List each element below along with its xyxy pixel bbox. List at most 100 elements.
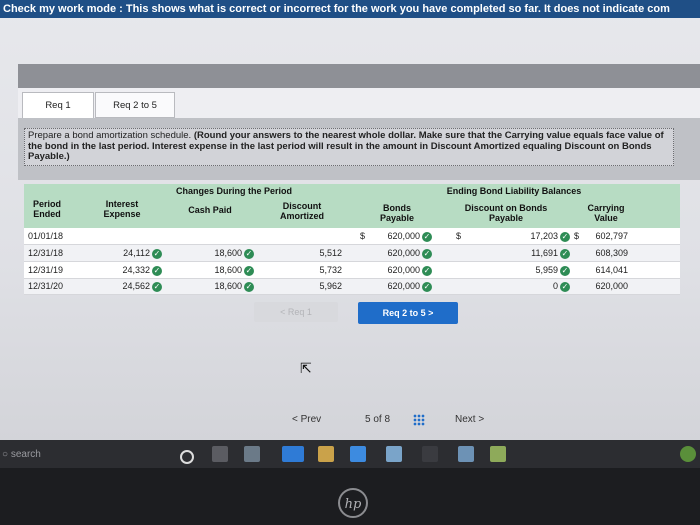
mouse-cursor-icon: ⇱	[300, 360, 312, 376]
app-icon[interactable]	[490, 446, 506, 462]
check-icon: ✓	[422, 265, 432, 276]
next-req-button[interactable]: Req 2 to 5 >	[358, 302, 458, 324]
file-explorer-icon[interactable]	[244, 446, 260, 462]
page-of: of	[373, 414, 382, 425]
taskbar-search[interactable]: ○ search	[0, 445, 150, 465]
check-icon: ✓	[560, 281, 570, 292]
page-current: 5	[365, 414, 371, 425]
cell-bonds[interactable]: 620,000 ✓	[374, 245, 432, 261]
app-icon[interactable]	[458, 446, 474, 462]
currency-sign: $	[360, 231, 366, 241]
cell-period: 01/01/18	[28, 231, 64, 241]
currency-sign: $	[456, 231, 462, 241]
col-cash: Cash Paid	[188, 205, 232, 215]
cell-cash[interactable]: 18,600 ✓	[184, 278, 254, 294]
notification-icon[interactable]	[680, 446, 696, 462]
browser-screen: Check my work mode : This shows what is …	[0, 0, 700, 440]
cell-amortized: 5,512	[319, 248, 342, 258]
tab-req-2-to-5[interactable]: Req 2 to 5	[95, 92, 175, 118]
cell-period: 12/31/20	[28, 281, 64, 291]
cell-interest[interactable]: 24,112 ✓	[98, 245, 162, 261]
currency-sign: $	[574, 231, 580, 241]
cell-discount-value: 17,203	[530, 231, 558, 241]
cell-interest-value: 24,562	[122, 281, 150, 291]
prev-req-button[interactable]: < Req 1	[254, 302, 338, 322]
cell-bonds-value: 620,000	[387, 281, 420, 291]
page-total: 8	[384, 414, 391, 425]
check-my-work-banner: Check my work mode : This shows what is …	[0, 0, 700, 18]
cell-discount[interactable]: 17,203 ✓	[502, 228, 570, 244]
check-icon: ✓	[152, 248, 162, 259]
page-indicator: 5 of 8	[365, 414, 390, 425]
cell-interest-value: 24,332	[122, 265, 150, 275]
next-page-button[interactable]: Next >	[455, 414, 484, 425]
cell-cash[interactable]: 18,600 ✓	[184, 245, 254, 261]
check-icon: ✓	[422, 231, 432, 242]
cell-carrying: 614,041	[595, 265, 628, 275]
question-header-bar	[18, 64, 700, 88]
cell-interest[interactable]: 24,332 ✓	[98, 262, 162, 278]
check-icon: ✓	[244, 265, 254, 276]
instructions-prefix: Prepare a bond amortization schedule.	[28, 130, 192, 141]
cell-cash-value: 18,600	[214, 248, 242, 258]
check-icon: ✓	[560, 265, 570, 276]
cell-bonds[interactable]: 620,000 ✓	[374, 262, 432, 278]
cortana-icon[interactable]	[180, 450, 194, 464]
check-icon: ✓	[422, 248, 432, 259]
app-icon[interactable]	[386, 446, 402, 462]
hp-logo: hp	[338, 488, 368, 518]
cell-bonds-value: 620,000	[387, 248, 420, 258]
cell-bonds[interactable]: 620,000 ✓	[374, 228, 432, 244]
app-icon[interactable]	[422, 446, 438, 462]
cell-cash[interactable]: 18,600 ✓	[184, 262, 254, 278]
dropbox-icon[interactable]	[350, 446, 366, 462]
cell-cash-value: 18,600	[214, 281, 242, 291]
store-icon[interactable]	[318, 446, 334, 462]
search-icon: ○	[2, 449, 9, 460]
taskbar-search-label: search	[10, 449, 41, 460]
tab-req-2-to-5-label: Req 2 to 5	[113, 100, 157, 111]
instructions-text: Prepare a bond amortization schedule. (R…	[24, 128, 674, 166]
cell-period: 12/31/18	[28, 248, 64, 258]
col-carrying: Carrying Value	[587, 203, 625, 223]
check-icon: ✓	[560, 248, 570, 259]
cell-bonds-value: 620,000	[387, 231, 420, 241]
tab-req-1-label: Req 1	[45, 100, 71, 111]
col-discount-amortized: Discount Amortized	[279, 201, 324, 221]
cell-interest[interactable]: 24,562 ✓	[98, 278, 162, 294]
cell-interest-value: 24,112	[123, 248, 150, 258]
cell-discount-value: 0	[552, 281, 558, 291]
amortization-table: Changes During the Period Ending Bond Li…	[24, 184, 680, 295]
col-interest: Interest Expense	[103, 199, 141, 219]
check-icon: ✓	[152, 281, 162, 292]
cell-discount[interactable]: 5,959 ✓	[502, 262, 570, 278]
cell-bonds[interactable]: 620,000 ✓	[374, 278, 432, 294]
browser-icon[interactable]	[282, 446, 304, 462]
cell-discount[interactable]: 0 ✓	[502, 278, 570, 294]
cell-period: 12/31/19	[28, 265, 64, 275]
task-view-icon[interactable]	[212, 446, 228, 462]
changes-group-header: Changes During the Period	[175, 186, 292, 196]
check-icon: ✓	[244, 281, 254, 292]
cell-bonds-value: 620,000	[387, 265, 420, 275]
col-discount-on: Discount on Bonds Payable	[464, 203, 548, 223]
ending-group-header: Ending Bond Liability Balances	[446, 186, 582, 196]
check-icon: ✓	[244, 248, 254, 259]
prev-page-button[interactable]: < Prev	[292, 414, 321, 425]
check-icon: ✓	[422, 281, 432, 292]
cell-discount-value: 11,691	[531, 248, 558, 258]
check-icon: ✓	[152, 265, 162, 276]
grid-view-icon[interactable]	[413, 414, 425, 426]
cell-carrying: 602,797	[595, 231, 628, 241]
cell-carrying: 608,309	[595, 248, 628, 258]
col-bonds: Bonds Payable	[379, 203, 415, 223]
table-row	[24, 228, 680, 245]
cell-discount[interactable]: 11,691 ✓	[502, 245, 570, 261]
tab-req-1[interactable]: Req 1	[22, 92, 94, 118]
cell-amortized: 5,732	[319, 265, 342, 275]
cell-cash-value: 18,600	[214, 265, 242, 275]
banner-text: Check my work mode : This shows what is …	[3, 3, 670, 15]
cell-amortized: 5,962	[319, 281, 342, 291]
cell-discount-value: 5,959	[535, 265, 558, 275]
cell-carrying: 620,000	[595, 281, 628, 291]
